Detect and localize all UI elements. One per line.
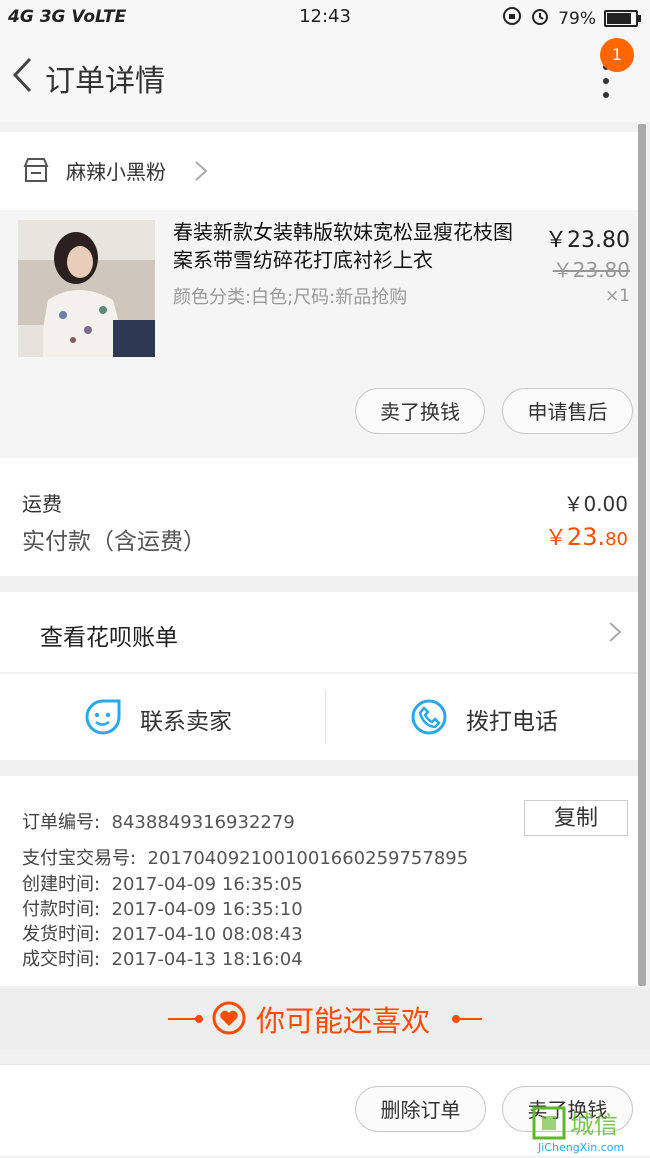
info-label: 成交时间: xyxy=(22,949,101,970)
status-right: 79% xyxy=(502,6,641,31)
battery-percent: 79% xyxy=(558,8,596,29)
recommend-label: 你可能还喜欢 xyxy=(256,1004,431,1038)
scrollbar[interactable] xyxy=(638,124,646,986)
contact-seller-label[interactable]: 联系卖家 xyxy=(140,702,232,736)
deal-time: 2017-04-13 18:16:04 xyxy=(111,949,303,970)
order-number-row: 订单编号: 8438849316932279 xyxy=(22,808,295,834)
totals-section: 运费 ￥0.00 实付款（含运费） ￥23.80 xyxy=(0,458,640,576)
created-time: 2017-04-09 16:35:05 xyxy=(111,874,303,895)
info-label: 付款时间: xyxy=(22,899,101,920)
contact-seller-button[interactable]: 联系卖家 xyxy=(84,698,232,740)
page-title: 订单详情 xyxy=(45,64,165,99)
notification-badge[interactable]: 1 xyxy=(600,38,634,72)
product-card[interactable]: 春装新款女装韩版软妹宽松显瘦花枝图案系带雪纺碎花打底衬衫上衣 颜色分类:白色;尺… xyxy=(0,210,640,458)
info-label: 发货时间: xyxy=(22,924,101,945)
contact-row: 联系卖家 拨打电话 xyxy=(0,674,640,760)
shop-name[interactable]: 麻辣小黑粉 xyxy=(66,156,166,185)
created-time-row: 创建时间: 2017-04-09 16:35:05 xyxy=(22,870,303,896)
paid-int: 23. xyxy=(566,523,606,551)
product-price: ￥23.80 xyxy=(545,228,630,253)
chat-face-icon xyxy=(85,699,121,735)
paid-time: 2017-04-09 16:35:10 xyxy=(111,899,303,920)
huabei-label[interactable]: 查看花呗账单 xyxy=(40,618,178,652)
alarm-icon xyxy=(530,6,550,31)
shipping-label: 运费 xyxy=(22,492,62,516)
paid-amount: ￥23.80 xyxy=(545,520,628,552)
shipping-value: ￥0.00 xyxy=(563,492,628,516)
copy-button[interactable]: 复制 xyxy=(524,800,628,836)
order-number[interactable]: 8438849316932279 xyxy=(112,812,295,833)
heart-icon xyxy=(212,1001,246,1039)
rotation-lock-icon xyxy=(502,6,522,31)
deal-time-row: 成交时间: 2017-04-13 18:16:04 xyxy=(22,945,303,971)
product-spec: 颜色分类:白色;尺码:新品抢购 xyxy=(173,287,408,308)
shipped-time-row: 发货时间: 2017-04-10 08:08:43 xyxy=(22,920,303,946)
delete-order-button[interactable]: 删除订单 xyxy=(355,1086,486,1132)
paid-time-row: 付款时间: 2017-04-09 16:35:10 xyxy=(22,895,303,921)
chevron-right-icon xyxy=(608,621,622,647)
recommend-banner: 你可能还喜欢 xyxy=(0,988,650,1050)
product-quantity: ×1 xyxy=(604,286,630,306)
back-button[interactable] xyxy=(10,56,34,94)
call-phone-button[interactable]: 拨打电话 xyxy=(410,698,558,740)
shipped-time: 2017-04-10 08:08:43 xyxy=(111,924,303,945)
watermark-logo: 城信 JiChengXin.com xyxy=(532,1106,648,1154)
info-label: 支付宝交易号: xyxy=(22,848,137,869)
left-dot xyxy=(195,1015,203,1023)
shop-icon xyxy=(22,156,50,188)
watermark-text: JiChengXin.com xyxy=(537,1141,624,1154)
status-bar: 4G 3G VoLTE 12:43 79% xyxy=(0,0,650,34)
product-title[interactable]: 春装新款女装韩版软妹宽松显瘦花枝图案系带雪纺碎花打底衬衫上衣 xyxy=(173,218,528,274)
left-line xyxy=(168,1018,198,1020)
sell-for-cash-button[interactable]: 卖了换钱 xyxy=(355,388,485,434)
alipay-trade-number: 2017040921001001660259757895 xyxy=(147,848,469,869)
header: 订单详情 1 xyxy=(0,34,650,122)
alipay-trade-row: 支付宝交易号: 2017040921001001660259757895 xyxy=(22,844,468,870)
chevron-right-icon xyxy=(194,160,208,186)
shop-row[interactable]: 麻辣小黑粉 xyxy=(0,132,640,210)
after-sale-button[interactable]: 申请售后 xyxy=(502,388,633,434)
order-info: 订单编号: 8438849316932279 复制 支付宝交易号: 201704… xyxy=(0,776,640,986)
product-original-price: ￥23.80 xyxy=(552,258,630,282)
paid-currency: ￥ xyxy=(544,526,567,551)
paid-label: 实付款（含运费） xyxy=(22,529,206,555)
huabei-bill-row[interactable]: 查看花呗账单 xyxy=(0,592,640,672)
right-line xyxy=(456,1018,482,1020)
battery-icon xyxy=(604,10,641,27)
paid-decimal: 80 xyxy=(605,529,628,550)
call-phone-label[interactable]: 拨打电话 xyxy=(466,702,558,736)
info-label: 创建时间: xyxy=(22,874,101,895)
info-label: 订单编号: xyxy=(22,812,101,833)
chevron-left-icon xyxy=(12,57,32,93)
product-image[interactable] xyxy=(18,220,155,357)
phone-icon xyxy=(411,699,447,735)
svg-text:城信: 城信 xyxy=(570,1111,618,1139)
divider xyxy=(325,690,326,744)
